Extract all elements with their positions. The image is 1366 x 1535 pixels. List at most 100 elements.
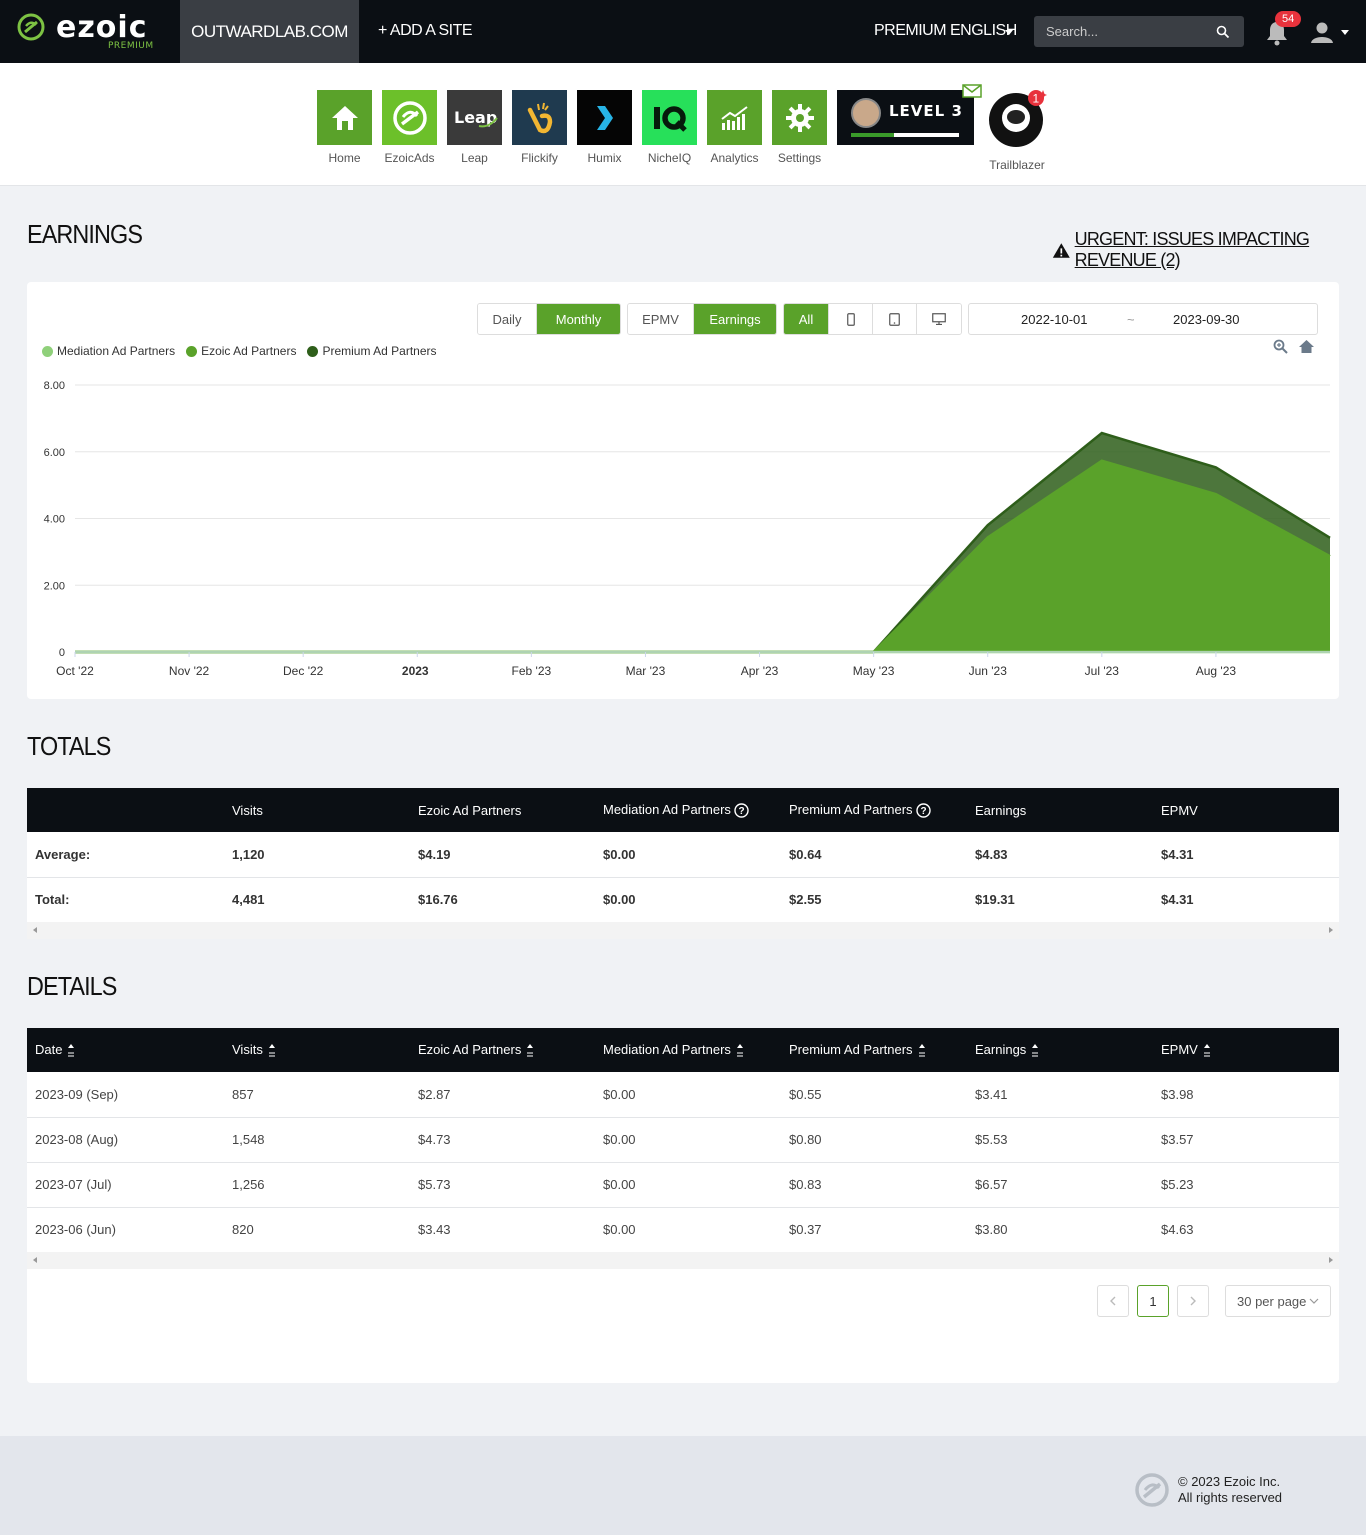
legend-item[interactable]: Premium Ad Partners	[307, 344, 437, 358]
app-label: Settings	[777, 151, 822, 165]
device-phone-button[interactable]	[829, 304, 873, 334]
zoom-icon[interactable]	[1273, 339, 1289, 355]
app-nicheiq[interactable]: NicheIQ	[642, 90, 697, 165]
table-cell: $5.53	[967, 1117, 1153, 1163]
premium-link[interactable]: PREMIUM	[874, 22, 947, 40]
legend-item[interactable]: Ezoic Ad Partners	[186, 344, 296, 358]
sortable-column-header[interactable]: EPMV	[1153, 1028, 1339, 1072]
x-tick-label: Oct '22	[56, 664, 94, 678]
column-header-label: Date	[35, 1041, 63, 1057]
table-cell: $3.41	[967, 1072, 1153, 1118]
horizontal-scrollbar[interactable]	[27, 1252, 1339, 1269]
app-humix[interactable]: Humix	[577, 90, 632, 165]
sort-icon	[68, 1044, 75, 1057]
sortable-column-header[interactable]: Premium Ad Partners	[781, 1028, 967, 1072]
app-label: Home	[328, 151, 361, 165]
add-site-link[interactable]: + ADD A SITE	[378, 22, 473, 40]
table-cell: $0.00	[595, 1072, 781, 1118]
metric-epmv-button[interactable]: EPMV	[628, 304, 694, 334]
metric-earnings-button[interactable]: Earnings	[694, 304, 776, 334]
device-desktop-button[interactable]	[917, 304, 961, 334]
search-input[interactable]	[1034, 16, 1244, 47]
sortable-column-header[interactable]: Date	[27, 1028, 224, 1072]
logo-wordmark: ezoic	[56, 10, 148, 45]
date-start[interactable]: 2022-10-01	[1021, 312, 1088, 327]
sortable-column-header[interactable]: Visits	[224, 1028, 410, 1072]
ezoic-ads-icon	[382, 90, 437, 145]
app-analytics[interactable]: Analytics	[707, 90, 762, 165]
table-cell: $0.00	[595, 1207, 781, 1253]
device-toggle: All	[783, 303, 962, 335]
help-icon[interactable]: ?	[915, 803, 931, 818]
table-row: 2023-09 (Sep) 857 $2.87 $0.00 $0.55 $3.4…	[27, 1072, 1339, 1118]
device-all-button[interactable]: All	[784, 304, 829, 334]
details-table: Date Visits Ezoic Ad Partners Mediation …	[27, 1028, 1339, 1253]
help-icon[interactable]: ?	[734, 803, 749, 818]
copyright-text: © 2023 Ezoic Inc.	[1178, 1474, 1281, 1489]
desktop-icon	[932, 313, 946, 325]
scroll-right-arrow-icon[interactable]	[1329, 927, 1333, 933]
scroll-right-arrow-icon[interactable]	[1329, 1257, 1333, 1263]
table-cell: $0.00	[595, 832, 781, 878]
chevron-right-icon	[1190, 1296, 1196, 1306]
next-page-button[interactable]	[1177, 1285, 1209, 1317]
period-monthly-button[interactable]: Monthly	[537, 304, 620, 334]
prev-page-button[interactable]	[1097, 1285, 1129, 1317]
table-cell: 820	[224, 1207, 410, 1253]
date-end[interactable]: 2023-09-30	[1173, 312, 1240, 327]
totals-heading: TOTALS	[27, 731, 111, 761]
table-cell: $4.31	[1153, 832, 1339, 878]
horizontal-scrollbar[interactable]	[27, 922, 1339, 939]
table-cell: $4.19	[410, 832, 595, 878]
page-number-button[interactable]: 1	[1137, 1285, 1169, 1317]
table-cell: $0.64	[781, 832, 967, 878]
scroll-left-arrow-icon[interactable]	[33, 1257, 37, 1263]
app-leap[interactable]: Leap Leap	[447, 90, 502, 165]
sortable-column-header[interactable]: Mediation Ad Partners	[595, 1028, 781, 1072]
level-progress-card[interactable]: LEVEL 3	[837, 90, 974, 145]
trailblazer-badge[interactable]: 1 Trailblazer	[987, 90, 1047, 172]
table-cell: Total:	[27, 877, 224, 923]
table-cell: 1,120	[224, 832, 410, 878]
app-home[interactable]: Home	[317, 90, 372, 165]
column-header: Premium Ad Partners?	[781, 788, 967, 832]
app-flickify[interactable]: Flickify	[512, 90, 567, 165]
table-cell: 4,481	[224, 877, 410, 923]
sortable-column-header[interactable]: Earnings	[967, 1028, 1153, 1072]
sort-icon	[1032, 1044, 1039, 1057]
search-icon[interactable]	[1216, 25, 1230, 39]
column-header-label: Premium Ad Partners	[789, 1041, 913, 1057]
table-row: 2023-06 (Jun) 820 $3.43 $0.00 $0.37 $3.8…	[27, 1207, 1339, 1253]
astronaut-icon: 1	[989, 90, 1047, 147]
app-launcher-bar: Home EzoicAds Leap Leap Flickify Humix N…	[0, 63, 1366, 186]
per-page-select[interactable]: 30 per page	[1225, 1285, 1331, 1317]
table-cell: $3.43	[410, 1207, 595, 1253]
user-icon[interactable]	[1310, 21, 1334, 43]
current-site-tab[interactable]: OUTWARDLAB.COM	[180, 0, 359, 63]
device-tablet-button[interactable]	[873, 304, 917, 334]
column-header-label: Earnings	[975, 1041, 1027, 1057]
table-cell: $6.57	[967, 1162, 1153, 1208]
date-range-picker[interactable]: 2022-10-01 ~ 2023-09-30	[968, 303, 1318, 335]
earnings-area-chart: 0 2.00 4.00 6.00 8.00 Oct '22 Nov '22 Dec '22 20…	[44, 380, 1331, 678]
sortable-column-header[interactable]: Ezoic Ad Partners	[410, 1028, 595, 1072]
ezoic-footer-logo-icon	[1135, 1473, 1169, 1507]
urgent-issues-link[interactable]: URGENT: ISSUES IMPACTING REVENUE (2)	[1052, 229, 1366, 271]
scroll-left-arrow-icon[interactable]	[33, 927, 37, 933]
legend-item[interactable]: Mediation Ad Partners	[42, 344, 175, 358]
app-label: Analytics	[710, 151, 759, 165]
reset-zoom-home-icon[interactable]	[1298, 339, 1315, 354]
period-daily-button[interactable]: Daily	[478, 304, 537, 334]
table-cell: $0.00	[595, 877, 781, 923]
table-cell: $2.87	[410, 1072, 595, 1118]
column-header: Earnings	[967, 788, 1153, 832]
ezoic-logo[interactable]: ezoic PREMIUM	[16, 10, 166, 54]
mail-icon[interactable]	[962, 84, 982, 98]
app-settings[interactable]: Settings	[772, 90, 827, 165]
legend-label: Ezoic Ad Partners	[201, 344, 297, 358]
app-label: EzoicAds	[384, 151, 435, 165]
app-ezoicads[interactable]: EzoicAds	[382, 90, 437, 165]
y-tick-label: 8.00	[44, 380, 65, 392]
metric-toggle: EPMV Earnings	[627, 303, 777, 335]
table-cell: $0.55	[781, 1072, 967, 1118]
